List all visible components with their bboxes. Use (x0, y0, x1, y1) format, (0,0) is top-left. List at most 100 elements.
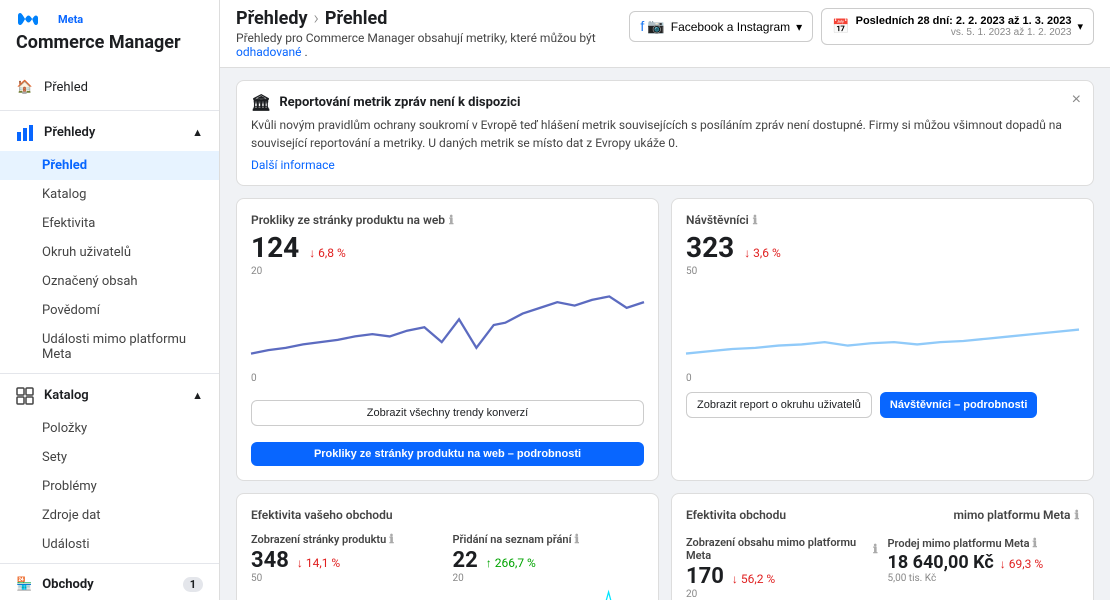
alert-title: 🏛 Reportování metrik zpráv není k dispoz… (251, 93, 1079, 112)
date-range-button[interactable]: 📅 Posledních 28 dní: 2. 2. 2023 až 1. 3.… (821, 8, 1094, 45)
chart-icon (16, 124, 34, 142)
card3-sub1-sparkline (251, 584, 443, 600)
date-sub: vs. 5. 1. 2023 až 1. 2. 2023 (856, 27, 1072, 38)
card2-y-max: 50 (686, 266, 1079, 277)
prehledy-chevron: ▲ (192, 126, 203, 139)
card1-value-row: 124 ↓ 6,8 % (251, 231, 644, 266)
alert-text: Kvůli novým pravidlům ochrany soukromí v… (251, 116, 1079, 152)
sidebar-item-katalog[interactable]: Katalog (0, 180, 219, 209)
card2-btn1[interactable]: Zobrazit report o okruhu uživatelů (686, 392, 872, 418)
card3-sub1-delta: ↓ 14,1 % (297, 556, 340, 570)
breadcrumb-sep: › (314, 8, 319, 29)
sidebar-item-sety[interactable]: Sety (0, 443, 219, 472)
top-bar-subtitle: Přehledy pro Commerce Manager obsahují m… (236, 31, 629, 59)
subtitle-text: Přehledy pro Commerce Manager obsahují m… (236, 31, 596, 45)
obchody-badge: 1 (183, 577, 203, 592)
card4-sub2-sparkline (888, 584, 1080, 600)
sidebar-section-katalog[interactable]: Katalog ▲ (0, 378, 219, 414)
card-efektivita-obchodu: Efektivita vašeho obchodu Zobrazení strá… (236, 493, 659, 600)
card4-sub2-chart (888, 584, 1080, 600)
shop-icon: 🏪 (16, 577, 32, 592)
katalog-label: Katalog (44, 388, 89, 403)
obchody-label: Obchody (42, 577, 94, 592)
app-title: Commerce Manager (16, 32, 203, 54)
facebook-icon: f (640, 18, 644, 35)
fb-ig-filter-button[interactable]: f 📷 Facebook a Instagram ▾ (629, 11, 813, 42)
card4-sub1-y-max: 20 (686, 589, 878, 600)
sidebar-item-oznaceny[interactable]: Označený obsah (0, 267, 219, 296)
card4-sub2-delta: ↓ 69,3 % (1000, 557, 1043, 571)
fb-ig-icons: f 📷 (640, 18, 664, 35)
sidebar-item-efektivita[interactable]: Efektivita (0, 209, 219, 238)
card3-sub2-value-row: 22 ↑ 266,7 % (453, 548, 645, 573)
breadcrumb-1: Přehledy (236, 8, 308, 29)
card3-sub1: Zobrazení stránky produktu ℹ 348 ↓ 14,1 … (251, 532, 443, 600)
katalog-chevron: ▲ (192, 389, 203, 402)
card2-delta: ↓ 3,6 % (744, 246, 781, 260)
card4-info-icon[interactable]: ℹ (1074, 508, 1079, 522)
sidebar-item-zdroje[interactable]: Zdroje dat (0, 501, 219, 530)
card3-sub1-chart (251, 584, 443, 600)
card2-value: 323 (686, 231, 734, 264)
alert-icon: 🏛 (251, 93, 271, 112)
card2-title: Návštěvníci ℹ (686, 213, 1079, 227)
card4-sub1-title-text: Zobrazení obsahu mimo platformu Meta (686, 536, 870, 562)
card3-sub1-info[interactable]: ℹ (389, 532, 394, 546)
sidebar-section-obchody[interactable]: 🏪 Obchody 1 (0, 568, 219, 600)
prehledy-label: Přehledy (44, 125, 95, 140)
card-navstevnici: Návštěvníci ℹ 323 ↓ 3,6 % 50 0 Zobrazit … (671, 198, 1094, 481)
card1-btn1[interactable]: Zobrazit všechny trendy konverzí (251, 400, 644, 426)
card3-sub2-info[interactable]: ℹ (575, 532, 580, 546)
card1-info-icon[interactable]: ℹ (449, 213, 454, 227)
top-bar-flex: Přehledy › Přehled Přehledy pro Commerce… (236, 8, 1094, 59)
card2-y-min: 0 (686, 373, 1079, 384)
card1-y-labels: 20 (251, 266, 644, 277)
breadcrumb-2: Přehled (325, 8, 387, 29)
card1-title: Prokliky ze stránky produktu na web ℹ (251, 213, 644, 227)
alert-title-text: Reportování metrik zpráv není k dispozic… (279, 95, 520, 110)
card4-sub2-y-label-top: 5,00 tis. Kč (888, 573, 1080, 584)
date-main: Posledních 28 dní: 2. 2. 2023 až 1. 3. 2… (856, 15, 1072, 27)
card4-sub1-value: 170 (686, 564, 724, 589)
sidebar-item-polozky[interactable]: Položky (0, 414, 219, 443)
card4-sub2: Prodej mimo platformu Meta ℹ 18 640,00 K… (888, 536, 1080, 600)
card2-info-icon[interactable]: ℹ (753, 213, 758, 227)
alert-close-button[interactable]: × (1072, 91, 1081, 109)
card4-title2: mimo platformu Meta ℹ (953, 508, 1079, 522)
main-content: Přehledy › Přehled Přehledy pro Commerce… (220, 0, 1110, 600)
sidebar-item-udalosti-mimo[interactable]: Události mimo platformu Meta (0, 325, 219, 369)
content-area: 🏛 Reportování metrik zpráv není k dispoz… (220, 68, 1110, 600)
nav-divider3 (0, 563, 219, 564)
subtitle-end: . (305, 45, 308, 59)
sidebar-item-prehled[interactable]: Přehled (0, 151, 219, 180)
card4-title: Efektivita obchodu (686, 508, 786, 522)
sidebar-item-prehled-top[interactable]: 🏠 Přehled (0, 70, 219, 106)
fb-ig-chevron: ▾ (796, 20, 802, 34)
card4-sub-metrics: Zobrazení obsahu mimo platformu Meta ℹ 1… (686, 536, 1079, 600)
top-bar-left: Přehledy › Přehled Přehledy pro Commerce… (236, 8, 629, 59)
subtitle-link[interactable]: odhadované (236, 45, 302, 59)
sidebar-item-label: Přehled (44, 80, 88, 95)
card4-title2-text: mimo platformu Meta (953, 508, 1070, 522)
card4-sub2-title: Prodej mimo platformu Meta ℹ (888, 536, 1080, 550)
meta-text: Meta (58, 13, 83, 26)
sidebar-item-problemy[interactable]: Problémy (0, 472, 219, 501)
card4-sub1-info[interactable]: ℹ (873, 542, 878, 556)
instagram-icon: 📷 (647, 18, 664, 35)
grid-icon (16, 387, 34, 405)
date-chevron: ▾ (1077, 20, 1083, 33)
card1-y-min: 0 (251, 373, 644, 384)
card1-sparkline (251, 285, 644, 365)
alert-link[interactable]: Další informace (251, 158, 335, 172)
sidebar-section-prehledy[interactable]: Přehledy ▲ (0, 115, 219, 151)
card4-title-text: Efektivita obchodu (686, 508, 786, 522)
card4-sub2-info[interactable]: ℹ (1033, 536, 1038, 550)
meta-logo-svg (16, 12, 52, 26)
card2-btn2[interactable]: Návštěvníci – podrobnosti (880, 392, 1038, 418)
card2-chart (686, 285, 1079, 365)
card1-btn2[interactable]: Prokliky ze stránky produktu na web – po… (251, 442, 644, 466)
sidebar-item-povedomí[interactable]: Povědomí (0, 296, 219, 325)
sidebar-item-okruh[interactable]: Okruh uživatelů (0, 238, 219, 267)
card2-actions: Zobrazit report o okruhu uživatelů Návšt… (686, 392, 1079, 418)
sidebar-item-udalosti[interactable]: Události (0, 530, 219, 559)
